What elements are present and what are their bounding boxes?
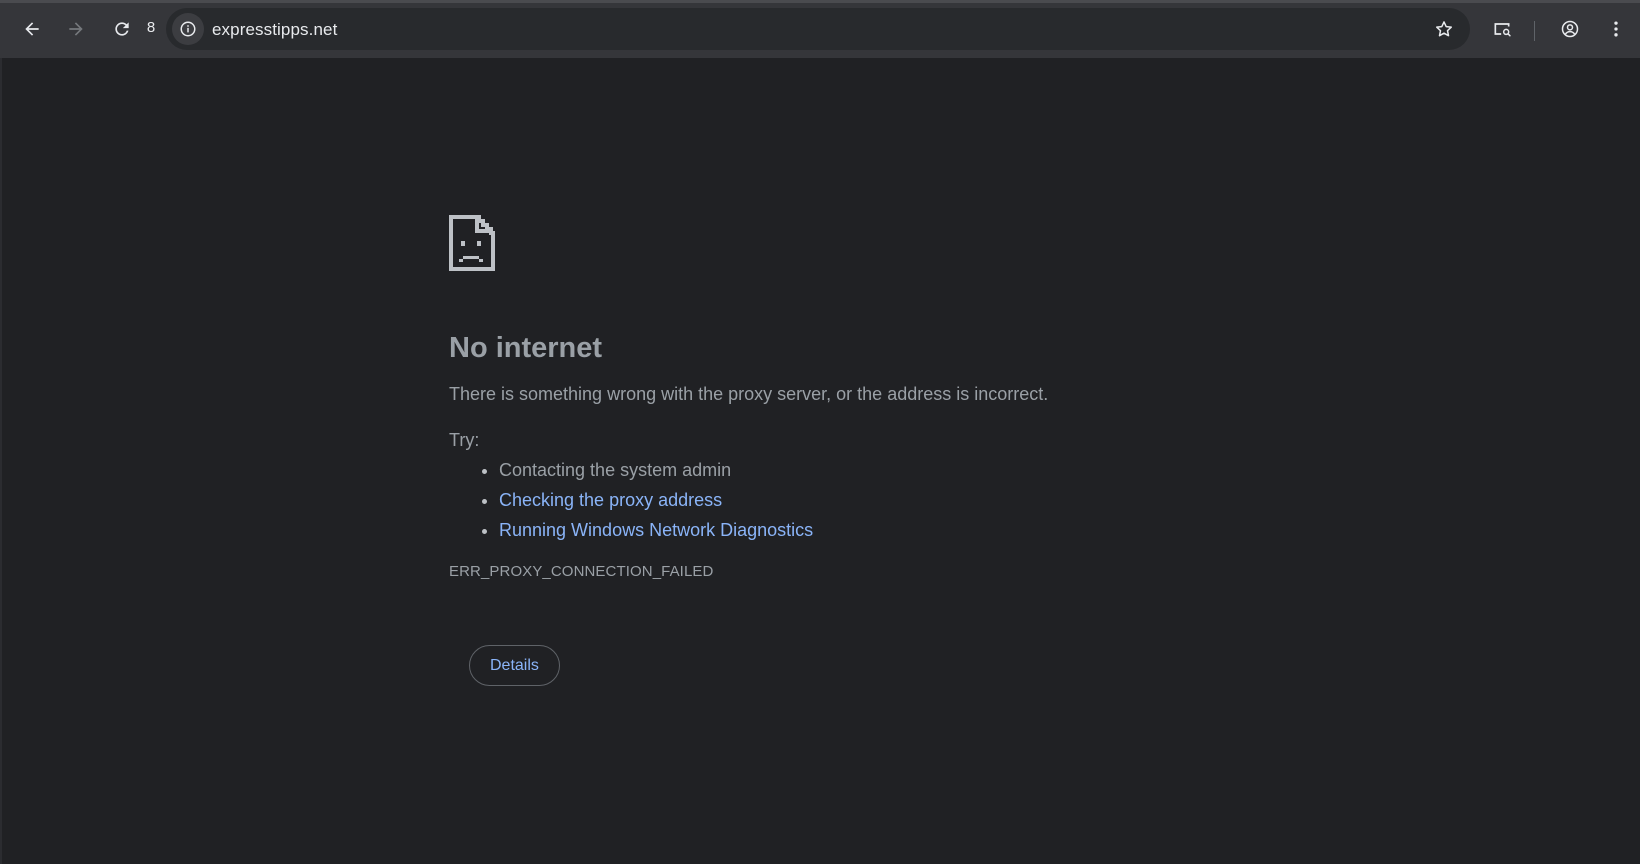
star-icon — [1436, 21, 1452, 37]
error-title: No internet — [449, 332, 603, 364]
arrow-left-icon — [25, 22, 39, 36]
error-code: ERR_PROXY_CONNECTION_FAILED — [449, 563, 714, 580]
arrow-right-icon — [69, 22, 83, 36]
reload-count-badge: 8 — [146, 19, 156, 36]
error-page: No internet There is something wrong wit… — [449, 215, 1209, 686]
suggestion-check-proxy-link[interactable]: Checking the proxy address — [499, 489, 1209, 511]
address-bar[interactable]: expresstipps.net — [166, 8, 1470, 50]
window-frame-edge — [0, 58, 2, 864]
site-info-button[interactable] — [172, 13, 204, 45]
browser-toolbar: 8 expresstipps.net — [0, 0, 1640, 58]
suggestions-list: Contacting the system admin Checking the… — [499, 459, 1209, 541]
error-summary: There is something wrong with the proxy … — [449, 384, 1049, 404]
reload-icon — [115, 22, 129, 36]
reload-button[interactable] — [104, 11, 140, 47]
more-vert-icon — [1614, 21, 1618, 37]
profile-button[interactable] — [1552, 11, 1588, 47]
back-button[interactable] — [14, 11, 50, 47]
lens-search-button[interactable] — [1484, 11, 1520, 47]
details-button[interactable]: Details — [469, 645, 560, 686]
bookmark-button[interactable] — [1432, 17, 1456, 41]
try-label: Try: — [449, 430, 480, 450]
sad-page-icon — [449, 215, 495, 271]
info-icon — [180, 21, 196, 37]
suggestion-contact-admin: Contacting the system admin — [499, 459, 1209, 481]
account-circle-icon — [1561, 20, 1579, 38]
toolbar-divider — [1534, 21, 1535, 41]
browser-menu-button[interactable] — [1598, 11, 1634, 47]
forward-button[interactable] — [58, 11, 94, 47]
suggestion-network-diagnostics-link[interactable]: Running Windows Network Diagnostics — [499, 519, 1209, 541]
url-text[interactable]: expresstipps.net — [212, 20, 337, 40]
search-page-icon — [1494, 23, 1511, 37]
